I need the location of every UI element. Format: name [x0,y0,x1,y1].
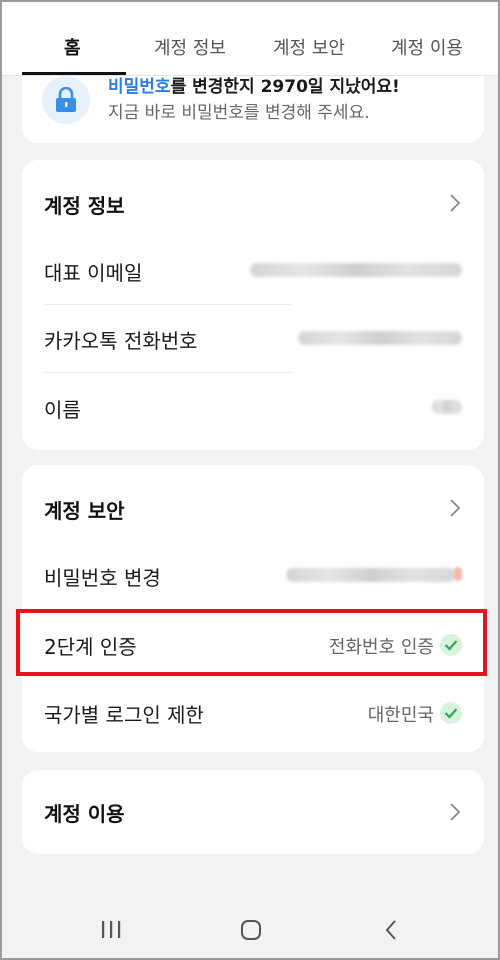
password-change-value [286,568,456,582]
chevron-right-icon[interactable] [448,498,462,518]
account-info-title[interactable]: 계정 정보 [44,190,125,219]
password-warning-dot [454,567,462,581]
password-change-label[interactable]: 비밀번호 변경 [44,562,161,591]
phone-value [298,331,462,345]
system-nav-bar [0,900,500,960]
name-value [432,400,462,414]
tab-account-security[interactable]: 계정 보안 [273,34,345,60]
check-icon [440,702,462,724]
account-usage-card[interactable]: 계정 이용 [22,770,484,854]
tab-account-info[interactable]: 계정 정보 [154,34,226,60]
chevron-right-icon[interactable] [448,802,462,822]
account-usage-title[interactable]: 계정 이용 [44,798,125,827]
chevron-right-icon[interactable] [448,193,462,213]
divider [44,372,292,373]
account-security-title[interactable]: 계정 보안 [44,495,125,524]
country-login-label[interactable]: 국가별 로그인 제한 [44,699,204,728]
lock-icon [42,76,90,124]
tab-bar: 홈 계정 정보 계정 보안 계정 이용 [0,0,500,76]
email-value [250,263,462,277]
two-factor-highlight [16,609,487,676]
email-label[interactable]: 대표 이메일 [44,257,142,286]
home-icon[interactable] [239,918,263,942]
name-label[interactable]: 이름 [44,394,81,423]
tab-account-usage[interactable]: 계정 이용 [391,34,463,60]
country-login-value: 대한민국 [367,705,434,726]
back-icon[interactable] [383,918,399,942]
tab-home[interactable]: 홈 [64,34,81,60]
notice-subtitle: 지금 바로 비밀번호를 변경해 주세요. [108,103,370,123]
recent-apps-icon[interactable] [100,918,122,940]
account-info-card: 계정 정보 대표 이메일 카카오톡 전화번호 이름 [22,160,484,450]
active-tab-indicator [22,72,126,75]
divider [44,304,292,305]
phone-label[interactable]: 카카오톡 전화번호 [44,325,198,354]
